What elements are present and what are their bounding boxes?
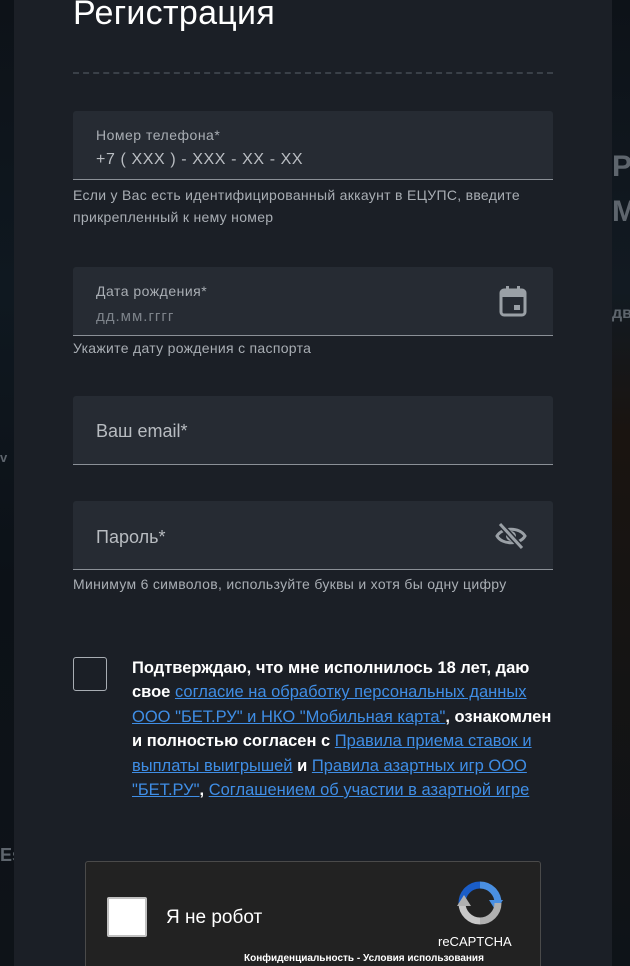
consent-text: Подтверждаю, что мне исполнилось 18 лет,…: [132, 656, 552, 802]
consent-checkbox[interactable]: [73, 657, 107, 691]
eye-off-icon[interactable]: [495, 521, 527, 555]
password-input[interactable]: Пароль*: [96, 527, 165, 548]
email-input[interactable]: Ваш email*: [96, 421, 187, 442]
title-divider: [73, 72, 553, 74]
recaptcha-privacy-link[interactable]: Конфиденциальность: [244, 953, 354, 964]
background-page-left: v Es: [0, 0, 22, 966]
background-text-fragment: дв: [612, 305, 630, 322]
birthdate-input[interactable]: дд.мм.гггг: [96, 308, 174, 325]
background-text-fragment: v: [0, 450, 8, 465]
recaptcha-brand: reCAPTCHA: [438, 934, 512, 949]
recaptcha-links-separator: -: [356, 953, 361, 964]
phone-label: Номер телефона*: [96, 127, 221, 143]
phone-input[interactable]: +7 ( XXX ) - XXX - XX - XX: [96, 151, 303, 169]
background-page-right: P M дв: [612, 0, 630, 966]
birthdate-label: Дата рождения*: [96, 283, 208, 299]
page-title: Регистрация: [73, 0, 276, 32]
calendar-icon[interactable]: [499, 285, 527, 322]
recaptcha-logo-icon: [456, 880, 504, 931]
consent-text-part: и: [297, 756, 308, 775]
registration-modal: Регистрация Номер телефона* +7 ( XXX ) -…: [14, 0, 612, 966]
background-text-fragment: P: [612, 150, 630, 183]
birthdate-hint: Укажите дату рождения с паспорта: [73, 340, 312, 356]
recaptcha-widget: Я не робот reCAPTCHA Конфиденциальность …: [85, 861, 541, 966]
password-hint: Минимум 6 символов, используйте буквы и …: [73, 576, 507, 592]
phone-hint: Если у Вас есть идентифицированный аккау…: [73, 187, 520, 225]
background-text-fragment: M: [612, 195, 630, 228]
gambling-agreement-link[interactable]: Соглашением об участии в азартной игре: [209, 781, 530, 799]
email-field[interactable]: Ваш email*: [73, 396, 553, 465]
recaptcha-links: Конфиденциальность - Условия использован…: [244, 953, 484, 964]
recaptcha-terms-link[interactable]: Условия использования: [363, 953, 484, 964]
consent-text-part: ,: [199, 781, 205, 800]
phone-field[interactable]: Номер телефона* +7 ( XXX ) - XXX - XX - …: [73, 111, 553, 180]
recaptcha-label: Я не робот: [166, 907, 263, 928]
birthdate-field[interactable]: Дата рождения* дд.мм.гггг: [73, 267, 553, 336]
recaptcha-checkbox[interactable]: [107, 897, 147, 937]
password-field[interactable]: Пароль*: [73, 501, 553, 570]
